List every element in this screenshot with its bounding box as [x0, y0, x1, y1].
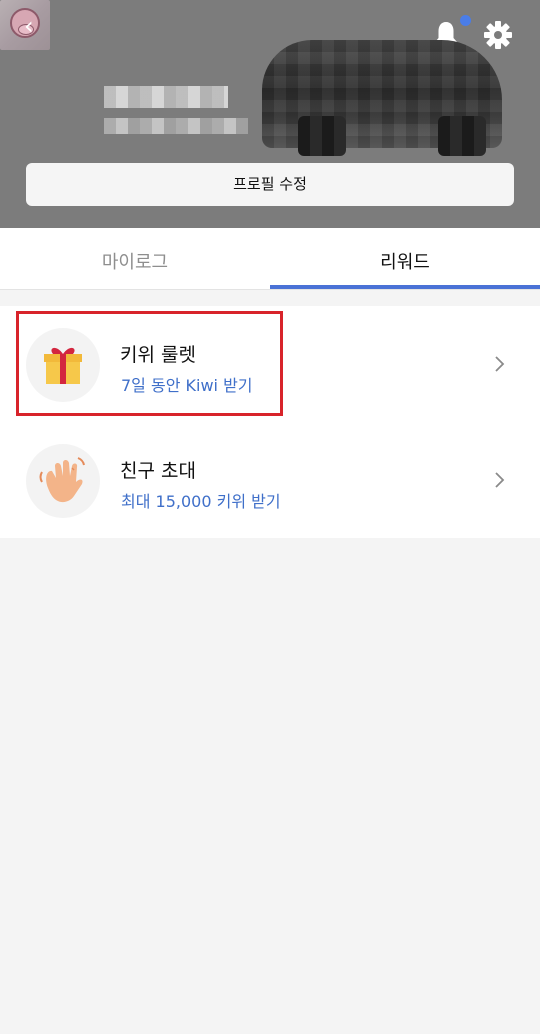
waving-hand-icon-circle — [26, 444, 100, 518]
reward-title: 친구 초대 — [120, 460, 196, 482]
highlight-annotation-box — [16, 311, 283, 416]
tab-bar: 마이로그 리워드 — [0, 228, 540, 290]
edit-profile-button[interactable]: 프로필 수정 — [26, 163, 514, 206]
profile-header: ‹ 프로필 수정 — [0, 0, 540, 228]
tab-reward[interactable]: 리워드 — [270, 228, 540, 290]
chevron-right-icon — [495, 356, 505, 372]
tab-mylog[interactable]: 마이로그 — [0, 228, 270, 290]
notification-dot — [460, 15, 471, 26]
chevron-right-icon — [495, 472, 505, 488]
gear-icon[interactable] — [482, 19, 514, 51]
list-item-invite-friends[interactable]: 친구 초대 최대 15,000 키위 받기 — [0, 422, 540, 538]
waving-hand-icon — [39, 457, 85, 503]
blurred-car-image — [262, 40, 502, 156]
reward-subtitle: 최대 15,000 키위 받기 — [121, 492, 281, 511]
blurred-profile-name — [104, 86, 248, 138]
back-chevron-icon[interactable]: ‹ — [24, 14, 40, 38]
selected-tab-indicator — [270, 285, 540, 289]
avatar[interactable]: ‹ — [0, 0, 50, 50]
